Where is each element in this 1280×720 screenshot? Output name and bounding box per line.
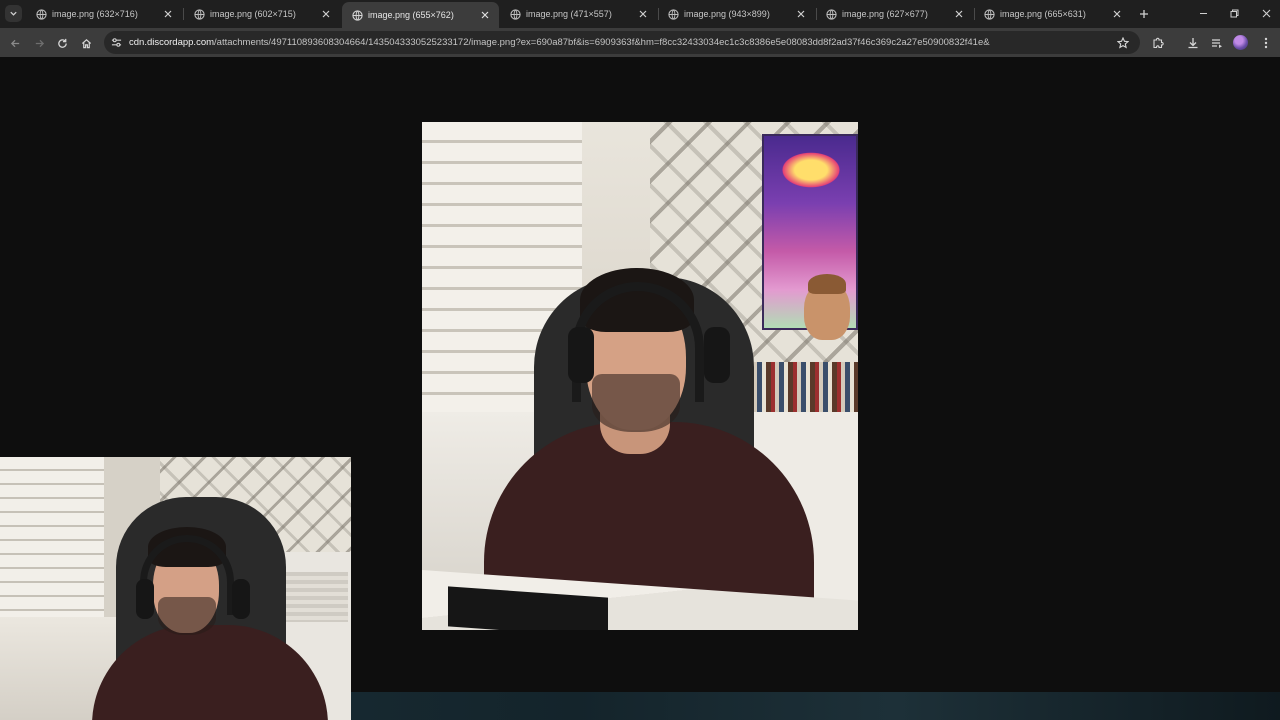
tab-close-button[interactable]: [637, 8, 649, 20]
image-bookshelf: [744, 362, 858, 412]
restore-button[interactable]: [1222, 4, 1246, 22]
globe-icon: [826, 8, 837, 20]
tab-image-1[interactable]: image.png (632×716): [26, 3, 182, 25]
globe-icon: [352, 9, 363, 21]
plus-icon: [1139, 9, 1148, 18]
tab-image-4[interactable]: image.png (471×557): [500, 3, 657, 25]
tab-title: image.png (665×631): [1000, 9, 1086, 19]
arrow-right-icon: [35, 39, 44, 47]
minimize-button[interactable]: [1191, 4, 1215, 22]
image-headset-earcup: [568, 327, 594, 383]
arrow-left-icon: [10, 39, 19, 47]
close-icon: [1113, 10, 1121, 18]
globe-icon: [36, 8, 47, 20]
tab-close-button[interactable]: [1111, 8, 1123, 20]
tab-title: image.png (602×715): [210, 9, 296, 19]
close-icon: [797, 10, 805, 18]
displayed-image[interactable]: [422, 122, 858, 630]
reload-button[interactable]: [52, 33, 72, 53]
tab-title: image.png (655×762): [368, 10, 454, 20]
tab-image-5[interactable]: image.png (943×899): [658, 3, 815, 25]
image-headset-earcup: [704, 327, 730, 383]
extensions-button[interactable]: [1148, 33, 1168, 53]
new-tab-button[interactable]: [1136, 6, 1151, 21]
close-window-button[interactable]: [1254, 4, 1278, 22]
tab-close-button[interactable]: [320, 8, 332, 20]
download-icon: [1188, 38, 1198, 49]
url-host: cdn.discordapp.com: [129, 37, 215, 48]
tab-strip: image.png (632×716) image.png (602×715) …: [0, 0, 1280, 28]
bookmark-button[interactable]: [1115, 35, 1130, 50]
tab-close-button[interactable]: [795, 8, 807, 20]
tab-title: image.png (632×716): [52, 9, 138, 19]
home-icon: [81, 38, 91, 48]
media-queue-icon: [1212, 39, 1222, 48]
webcam-headset-earcup: [232, 579, 250, 619]
tab-close-button[interactable]: [479, 9, 491, 21]
address-bar[interactable]: cdn.discordapp.com/attachments/497110893…: [104, 31, 1140, 54]
close-icon: [322, 10, 330, 18]
minimize-icon: [1199, 12, 1207, 14]
globe-icon: [668, 8, 679, 20]
puzzle-icon: [1153, 37, 1164, 49]
back-button[interactable]: [5, 33, 25, 53]
close-icon: [1262, 9, 1270, 17]
webcam-radiator: [278, 572, 348, 622]
site-info-button[interactable]: [110, 36, 123, 49]
close-icon: [481, 11, 489, 19]
globe-icon: [194, 8, 205, 20]
tab-title: image.png (471×557): [526, 9, 612, 19]
tab-title: image.png (627×677): [842, 9, 928, 19]
globe-icon: [984, 8, 995, 20]
close-icon: [639, 10, 647, 18]
home-button[interactable]: [76, 33, 96, 53]
chevron-down-icon: [10, 11, 17, 16]
browser-toolbar: cdn.discordapp.com/attachments/497110893…: [0, 28, 1280, 57]
media-controls-button[interactable]: [1207, 33, 1227, 53]
image-mannequin-head: [804, 274, 850, 340]
kebab-menu-icon: [1264, 37, 1268, 49]
tab-close-button[interactable]: [162, 8, 174, 20]
avatar[interactable]: [1233, 35, 1248, 50]
restore-icon: [1230, 9, 1238, 17]
globe-icon: [510, 8, 521, 20]
tab-close-button[interactable]: [953, 8, 965, 20]
star-icon: [1116, 36, 1129, 49]
tab-image-6[interactable]: image.png (627×677): [816, 3, 973, 25]
tab-image-2[interactable]: image.png (602×715): [184, 3, 340, 25]
tab-search-button[interactable]: [5, 5, 22, 22]
reload-icon: [57, 38, 67, 48]
webcam-headset-earcup: [136, 579, 154, 619]
url-path: /attachments/497110893608304664/14350433…: [214, 37, 990, 48]
tune-icon: [111, 38, 122, 47]
poster-logo: [778, 150, 844, 190]
downloads-button[interactable]: [1183, 33, 1203, 53]
menu-button[interactable]: [1256, 33, 1276, 53]
tab-image-3-active[interactable]: image.png (655×762): [342, 2, 499, 28]
close-icon: [164, 10, 172, 18]
webcam-overlay: [0, 457, 351, 720]
webcam-window-blinds: [0, 457, 104, 617]
url-text[interactable]: cdn.discordapp.com/attachments/497110893…: [129, 37, 990, 48]
forward-button[interactable]: [29, 33, 49, 53]
tab-title: image.png (943×899): [684, 9, 770, 19]
close-icon: [955, 10, 963, 18]
tab-image-7[interactable]: image.png (665×631): [974, 3, 1131, 25]
